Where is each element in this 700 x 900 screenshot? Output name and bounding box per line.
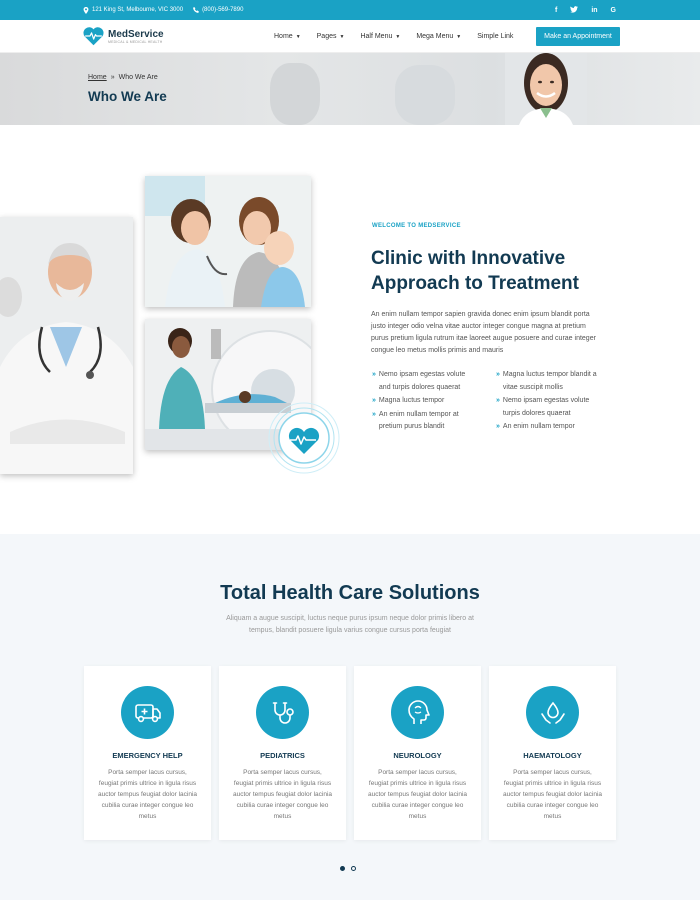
senior-doctor-image xyxy=(0,217,133,474)
logo-name: MedService xyxy=(108,28,164,40)
list-item: » Nemo ipsam egestas volute and turpis do… xyxy=(372,369,477,394)
heartbeat-badge-icon xyxy=(268,402,340,474)
linkedin-icon[interactable]: in xyxy=(591,7,597,14)
phone-text[interactable]: (800)-569-7890 xyxy=(202,7,243,13)
caret-down-icon: ▼ xyxy=(395,33,401,40)
double-chevron-icon: » xyxy=(496,423,500,430)
service-description: Porta semper lacus cursus, feugiat primi… xyxy=(233,769,333,820)
list-item: » An enim nullam tempor xyxy=(496,421,601,434)
services-subtitle: Aliquam a augue suscipit, luctus neque p… xyxy=(226,615,474,634)
service-card-emergency-help[interactable]: EMERGENCY HELP Porta semper lacus cursus… xyxy=(84,666,211,840)
features-list-left: » Nemo ipsam egestas volute and turpis do… xyxy=(372,369,477,435)
service-card-neurology[interactable]: NEUROLOGY Porta semper lacus cursus, feu… xyxy=(354,666,481,840)
service-description: Porta semper lacus cursus, feugiat primi… xyxy=(368,769,468,820)
facebook-icon[interactable]: f xyxy=(555,7,557,14)
nav-item-home[interactable]: Home ▼ xyxy=(274,33,301,40)
service-icon-circle xyxy=(391,686,444,739)
map-pin-icon xyxy=(83,6,89,14)
page-title-banner: Home» Who We Are Who We Are xyxy=(0,53,700,125)
breadcrumb-current: Who We Are xyxy=(118,74,158,81)
contact-info: 121 King St, Melbourne, VIC 3000 (800)-5… xyxy=(83,0,243,20)
main-header: MedService MEDICAL & MEDICAL HEALTH Home… xyxy=(0,20,700,53)
list-item: » Magna luctus tempor blandit a vitae sus… xyxy=(496,369,601,394)
nav-label: Half Menu xyxy=(360,33,393,40)
nav-item-half-menu[interactable]: Half Menu ▼ xyxy=(360,33,400,40)
twitter-icon[interactable] xyxy=(570,5,579,15)
nav-label: Pages xyxy=(316,33,337,40)
page-title: Who We Are xyxy=(88,89,167,104)
stethoscope-icon xyxy=(272,701,294,724)
social-links: f in G xyxy=(555,0,616,20)
list-item: » An enim nullam tempor at pretium purus … xyxy=(372,409,477,434)
breadcrumb-home-link[interactable]: Home xyxy=(88,74,107,81)
feature-text: Magna luctus tempor xyxy=(378,397,445,404)
list-item: » Magna luctus tempor xyxy=(372,395,477,408)
smiling-nurse-image xyxy=(505,53,587,125)
service-title: NEUROLOGY xyxy=(393,751,442,760)
make-appointment-button[interactable]: Make an Appointment xyxy=(536,27,620,46)
feature-text: Nemo ipsam egestas volute and turpis dol… xyxy=(378,371,466,391)
heart-pulse-logo-icon xyxy=(83,27,104,46)
nav-label: Mega Menu xyxy=(416,33,454,40)
main-nav: Home ▼ Pages ▼ Half Menu ▼ Mega Menu ▼ Simpl… xyxy=(274,20,513,53)
section-eyebrow: WELCOME TO MEDSERVICE xyxy=(372,223,461,229)
breadcrumb: Home» Who We Are xyxy=(88,74,158,81)
list-item: » Nemo ipsam egestas volute turpis dolore… xyxy=(496,395,601,420)
caret-down-icon: ▼ xyxy=(295,33,301,40)
background-figure xyxy=(270,63,320,125)
address: 121 King St, Melbourne, VIC 3000 xyxy=(83,6,184,14)
nav-label: Home xyxy=(274,33,293,40)
ambulance-icon xyxy=(134,703,161,722)
double-chevron-icon: » xyxy=(496,371,500,378)
caret-down-icon: ▼ xyxy=(339,33,345,40)
top-bar: 121 King St, Melbourne, VIC 3000 (800)-5… xyxy=(0,0,700,20)
feature-text: Nemo ipsam egestas volute turpis dolores… xyxy=(502,397,590,417)
service-card-haematology[interactable]: HAEMATOLOGY Porta semper lacus cursus, f… xyxy=(489,666,616,840)
double-chevron-icon: » xyxy=(496,397,500,404)
phone-icon xyxy=(193,7,200,13)
nav-label: Simple Link xyxy=(477,33,514,40)
pagination-dot[interactable] xyxy=(351,866,356,871)
service-icon-circle xyxy=(526,686,579,739)
pagination-dot-active[interactable] xyxy=(340,866,345,871)
service-title: HAEMATOLOGY xyxy=(523,751,582,760)
feature-text: Magna luctus tempor blandit a vitae susc… xyxy=(502,371,597,391)
caret-down-icon: ▼ xyxy=(456,33,462,40)
double-chevron-icon: » xyxy=(372,371,376,378)
phone: (800)-569-7890 xyxy=(193,7,243,13)
carousel-pagination xyxy=(340,866,356,871)
about-paragraph: An enim nullam tempor sapien gravida don… xyxy=(371,311,596,354)
logo-tagline: MEDICAL & MEDICAL HEALTH xyxy=(108,39,163,44)
service-title: EMERGENCY HELP xyxy=(112,751,183,760)
services-title: Total Health Care Solutions xyxy=(220,582,480,604)
nav-item-simple-link[interactable]: Simple Link xyxy=(477,33,513,40)
nav-item-mega-menu[interactable]: Mega Menu ▼ xyxy=(416,33,461,40)
double-chevron-icon: » xyxy=(372,410,376,418)
service-card-pediatrics[interactable]: PEDIATRICS Porta semper lacus cursus, fe… xyxy=(219,666,346,840)
service-title: PEDIATRICS xyxy=(260,751,305,760)
logo-text: MedService MEDICAL & MEDICAL HEALTH xyxy=(108,29,164,44)
blood-drop-hands-icon xyxy=(540,701,565,724)
feature-text: An enim nullam tempor xyxy=(502,423,575,430)
google-icon[interactable]: G xyxy=(611,7,616,14)
about-title: Clinic with Innovative Approach to Treat… xyxy=(371,248,579,294)
service-icon-circle xyxy=(256,686,309,739)
service-description: Porta semper lacus cursus, feugiat primi… xyxy=(98,769,198,820)
background-figure xyxy=(395,65,455,125)
service-icon-circle xyxy=(121,686,174,739)
address-text: 121 King St, Melbourne, VIC 3000 xyxy=(92,7,184,13)
head-profile-icon xyxy=(407,699,430,724)
feature-text: An enim nullam tempor at pretium purus b… xyxy=(378,410,459,431)
pediatric-exam-image xyxy=(145,176,311,307)
double-chevron-icon: » xyxy=(372,397,376,404)
breadcrumb-separator: » xyxy=(110,74,115,81)
service-description: Porta semper lacus cursus, feugiat primi… xyxy=(503,769,603,820)
site-logo[interactable]: MedService MEDICAL & MEDICAL HEALTH xyxy=(83,26,164,46)
features-list-right: » Magna luctus tempor blandit a vitae sus… xyxy=(496,369,601,435)
nav-item-pages[interactable]: Pages ▼ xyxy=(317,33,345,40)
